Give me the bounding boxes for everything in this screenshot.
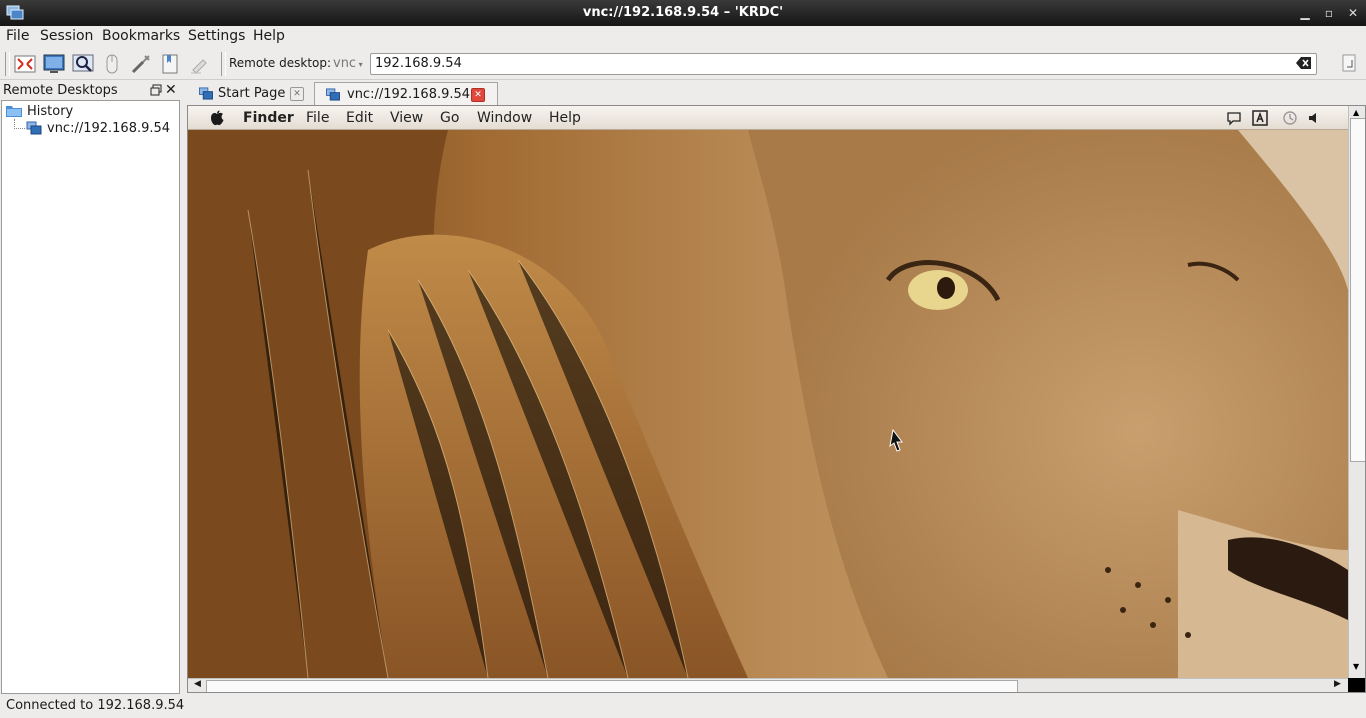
float-panel-icon[interactable] [150, 84, 162, 96]
clear-icon[interactable] [187, 52, 211, 76]
folder-icon [6, 106, 22, 117]
minimize-button[interactable]: ▁ [1296, 4, 1314, 22]
address-field[interactable] [370, 53, 1317, 75]
apple-icon[interactable] [210, 110, 224, 126]
time-machine-icon[interactable] [1282, 110, 1298, 126]
tree-item-history[interactable]: History [27, 104, 73, 119]
vertical-scrollbar[interactable]: ▲ ▼ [1348, 106, 1365, 678]
scroll-right-arrow-icon[interactable]: ▶ [1334, 679, 1341, 689]
session-tabs: Start Page ✕ vnc://192.168.9.54 ✕ [186, 80, 1366, 105]
scroll-up-arrow-icon[interactable]: ▲ [1353, 108, 1359, 117]
mac-menu-view[interactable]: View [390, 110, 423, 126]
tab-label: vnc://192.168.9.54 [347, 87, 471, 102]
mac-menu-go[interactable]: Go [440, 110, 459, 126]
close-tab-icon[interactable]: ✕ [290, 87, 304, 101]
preferences-icon[interactable] [129, 52, 153, 76]
chevron-down-icon: ▾ [356, 60, 363, 69]
toolbar-handle[interactable] [5, 52, 10, 76]
mac-menu-help[interactable]: Help [549, 110, 581, 126]
mac-menu-finder[interactable]: Finder [243, 110, 294, 126]
menu-settings[interactable]: Settings [188, 28, 245, 44]
remote-desktop-label: Remote desktop: [229, 56, 332, 70]
toolbar-handle-2[interactable] [221, 52, 226, 76]
statusbar: Connected to 192.168.9.54 [0, 695, 1366, 718]
close-tab-icon[interactable]: ✕ [471, 88, 485, 102]
scale-icon[interactable] [71, 52, 95, 76]
panel-title: Remote Desktops [3, 83, 118, 98]
vertical-scroll-thumb[interactable] [1350, 118, 1365, 462]
menu-help[interactable]: Help [253, 28, 285, 44]
protocol-value: vnc [333, 56, 357, 71]
close-panel-icon[interactable]: ✕ [165, 82, 177, 98]
panel-header: Remote Desktops ✕ [0, 80, 181, 100]
chat-icon[interactable] [1226, 110, 1242, 126]
horizontal-scroll-thumb[interactable] [206, 680, 1018, 692]
mac-menu-window[interactable]: Window [477, 110, 532, 126]
mac-menu-file[interactable]: File [306, 110, 329, 126]
connection-status: Connected to 192.168.9.54 [6, 698, 185, 713]
tab-label: Start Page [218, 86, 286, 101]
window-titlebar: vnc://192.168.9.54 – 'KRDC' ▁ ▫ ✕ [0, 0, 1366, 26]
remote-connection-icon [26, 121, 42, 135]
bookmark-icon[interactable] [158, 52, 182, 76]
tab-vnc-session[interactable]: vnc://192.168.9.54 ✕ [314, 82, 498, 105]
remote-connection-icon [199, 87, 213, 100]
close-window-button[interactable]: ✕ [1344, 4, 1362, 22]
remote-desktops-panel: Remote Desktops ✕ History vnc://192.168.… [0, 80, 181, 694]
volume-icon[interactable] [1307, 110, 1323, 126]
menu-file[interactable]: File [6, 28, 29, 44]
keyboard-layout-icon[interactable] [1252, 110, 1268, 126]
clear-field-icon[interactable] [1296, 56, 1312, 70]
fullscreen-icon[interactable] [13, 52, 37, 76]
tree-branch-line [14, 119, 25, 129]
address-input[interactable] [375, 55, 1275, 71]
protocol-select[interactable]: vnc ▾ [333, 56, 363, 71]
remote-desktop-view[interactable]: Finder File Edit View Go Window Help ▲ ▼… [187, 105, 1366, 693]
scroll-down-arrow-icon[interactable]: ▼ [1353, 662, 1359, 671]
mac-menu-edit[interactable]: Edit [346, 110, 373, 126]
history-tree: History vnc://192.168.9.54 [1, 100, 180, 694]
switch-screen-icon[interactable] [42, 52, 66, 76]
scroll-left-arrow-icon[interactable]: ◀ [194, 679, 201, 689]
window-title: vnc://192.168.9.54 – 'KRDC' [582, 5, 784, 20]
maximize-button[interactable]: ▫ [1320, 4, 1338, 22]
horizontal-scrollbar[interactable]: ◀ ▶ [188, 678, 1348, 692]
remote-connection-icon [326, 88, 340, 101]
tree-item-connection[interactable]: vnc://192.168.9.54 [47, 121, 170, 136]
tab-start-page[interactable]: Start Page ✕ [188, 82, 310, 104]
remote-mac-menubar: Finder File Edit View Go Window Help [188, 106, 1348, 130]
toolbar-extension-icon[interactable] [1338, 52, 1360, 74]
menubar: File Session Bookmarks Settings Help [0, 26, 1366, 48]
menu-bookmarks[interactable]: Bookmarks [102, 28, 180, 44]
menu-session[interactable]: Session [40, 28, 93, 44]
lion-wallpaper [188, 130, 1348, 678]
view-only-mouse-icon[interactable] [100, 52, 124, 76]
